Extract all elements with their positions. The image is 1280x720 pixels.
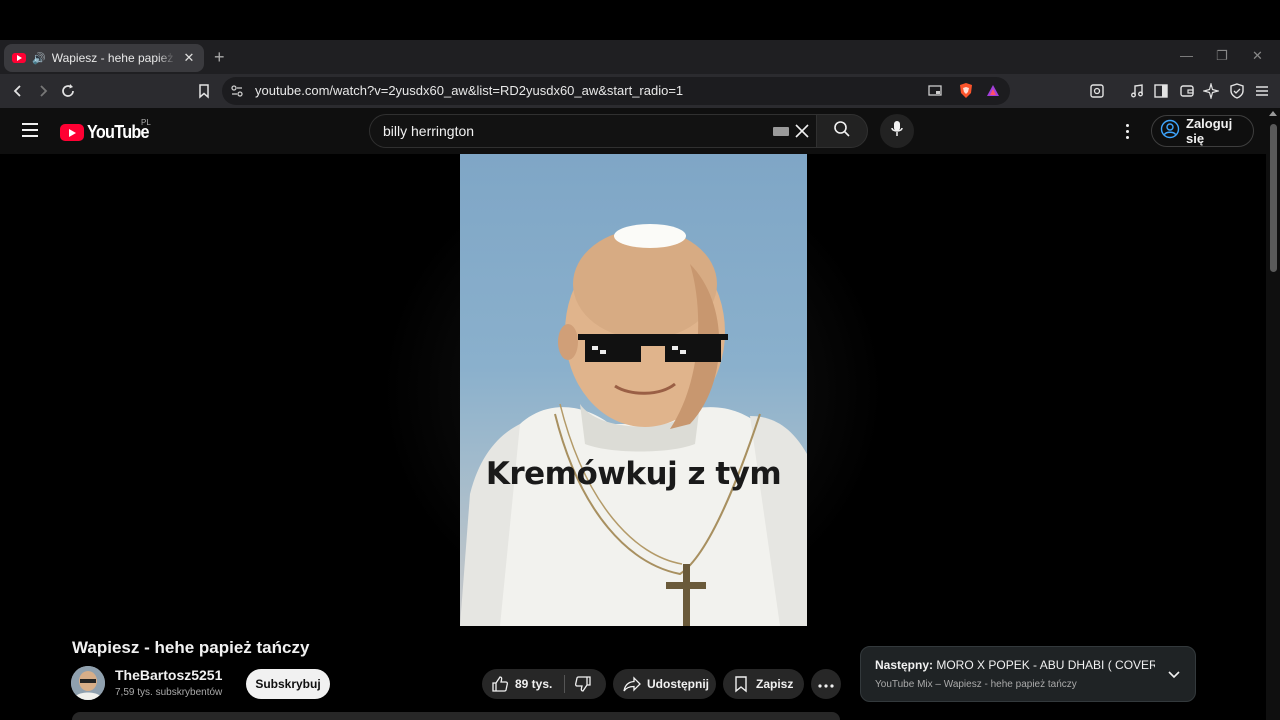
subscribe-label: Subskrybuj: [255, 677, 321, 691]
site-settings-icon[interactable]: [226, 80, 248, 102]
browser-tab-active[interactable]: 🔊 Wapiesz - hehe papież tańczy ✕: [4, 44, 204, 72]
save-button[interactable]: Zapisz: [723, 669, 804, 699]
video-frame[interactable]: Kremówkuj z tym: [460, 154, 807, 626]
share-icon: [623, 675, 641, 698]
up-next-line: Następny: MORO X POPEK - ABU DHABI ( COV…: [875, 658, 1155, 672]
dislike-button[interactable]: [574, 675, 592, 698]
new-tab-icon[interactable]: +: [214, 48, 225, 66]
keyboard-icon[interactable]: [773, 127, 789, 136]
microphone-icon: [890, 120, 904, 143]
url-text: youtube.com/watch?v=2yusdx60_aw&list=RD2…: [255, 83, 684, 98]
settings-more-icon[interactable]: [1118, 121, 1136, 141]
media-music-icon[interactable]: [1126, 80, 1148, 102]
minimize-icon[interactable]: —: [1180, 48, 1193, 63]
more-horizontal-icon: [818, 675, 834, 693]
speaker-icon[interactable]: 🔊: [32, 52, 46, 65]
chevron-down-icon[interactable]: [1167, 667, 1181, 681]
video-caption: Kremówkuj z tym: [485, 456, 782, 492]
youtube-masthead: YouTube PL billy herrington Zaloguj się: [0, 108, 1266, 154]
vpn-shield-icon[interactable]: [1226, 80, 1248, 102]
forward-icon[interactable]: [32, 80, 54, 102]
up-next-prefix: Następny:: [875, 658, 934, 672]
share-label: Udostępnij: [647, 677, 709, 691]
youtube-logo-text: YouTube: [87, 122, 150, 142]
window-close-icon[interactable]: ✕: [1252, 48, 1263, 64]
tab-strip: 🔊 Wapiesz - hehe papież tańczy ✕ + — ❐ ✕: [0, 40, 1280, 74]
browser-toolbar: youtube.com/watch?v=2yusdx60_aw&list=RD2…: [0, 74, 1280, 108]
guide-menu-icon[interactable]: [22, 123, 38, 137]
search-query: billy herrington: [383, 123, 475, 139]
video-title: Wapiesz - hehe papież tańczy: [72, 638, 310, 657]
sign-in-label: Zaloguj się: [1186, 116, 1233, 146]
browser-menu-icon[interactable]: [1251, 80, 1273, 102]
cast-icon[interactable]: [924, 80, 946, 102]
like-button[interactable]: [491, 675, 509, 698]
scroll-up-icon[interactable]: [1269, 111, 1277, 116]
up-next-panel[interactable]: Następny: MORO X POPEK - ABU DHABI ( COV…: [860, 646, 1196, 702]
like-count: 89 tys.: [515, 677, 553, 691]
like-divider: [564, 675, 565, 693]
save-label: Zapisz: [756, 677, 794, 691]
up-next-playlist: YouTube Mix – Wapiesz - hehe papież tańc…: [875, 679, 1077, 690]
sign-in-button[interactable]: Zaloguj się: [1151, 115, 1254, 147]
youtube-favicon-icon: [12, 53, 26, 63]
up-next-title: MORO X POPEK - ABU DHABI ( COVER El…: [936, 658, 1155, 672]
youtube-play-icon: [60, 124, 84, 141]
save-bookmark-icon: [733, 675, 749, 698]
leo-ai-icon[interactable]: [1200, 80, 1222, 102]
window-titlebar: [0, 0, 1280, 40]
subscribe-button[interactable]: Subskrybuj: [246, 669, 330, 699]
back-icon[interactable]: [7, 80, 29, 102]
search-button[interactable]: [816, 114, 868, 148]
tab-title: Wapiesz - hehe papież tańczy: [51, 51, 176, 65]
page-scrollbar[interactable]: [1266, 108, 1280, 720]
screenshot-icon[interactable]: [1086, 80, 1108, 102]
clear-search-icon[interactable]: [793, 122, 811, 140]
account-circle-icon: [1160, 119, 1180, 144]
scrollbar-thumb[interactable]: [1270, 124, 1277, 272]
sidebar-icon[interactable]: [1150, 80, 1172, 102]
reload-icon[interactable]: [57, 80, 79, 102]
more-actions-button[interactable]: [811, 669, 841, 699]
video-player[interactable]: Kremówkuj z tym: [0, 154, 1266, 626]
tab-close-icon[interactable]: ✕: [182, 50, 196, 66]
address-bar[interactable]: youtube.com/watch?v=2yusdx60_aw&list=RD2…: [222, 77, 1010, 105]
brave-shields-icon[interactable]: [955, 80, 977, 102]
voice-search-button[interactable]: [880, 114, 914, 148]
share-button[interactable]: Udostępnij: [613, 669, 716, 699]
wallet-icon[interactable]: [1176, 80, 1198, 102]
like-dislike-group: 89 tys.: [482, 669, 606, 699]
search-icon: [833, 120, 851, 143]
restore-icon[interactable]: ❐: [1216, 48, 1228, 64]
country-code: PL: [141, 118, 151, 127]
description-box[interactable]: [72, 712, 840, 720]
bookmark-icon[interactable]: [193, 80, 215, 102]
subscriber-count: 7,59 tys. subskrybentów: [115, 687, 223, 698]
channel-name[interactable]: TheBartosz5251: [115, 667, 222, 683]
brave-rewards-icon[interactable]: [982, 80, 1004, 102]
channel-avatar[interactable]: [71, 666, 105, 700]
search-input[interactable]: billy herrington: [369, 114, 816, 148]
pope-figure-image: [460, 224, 807, 626]
